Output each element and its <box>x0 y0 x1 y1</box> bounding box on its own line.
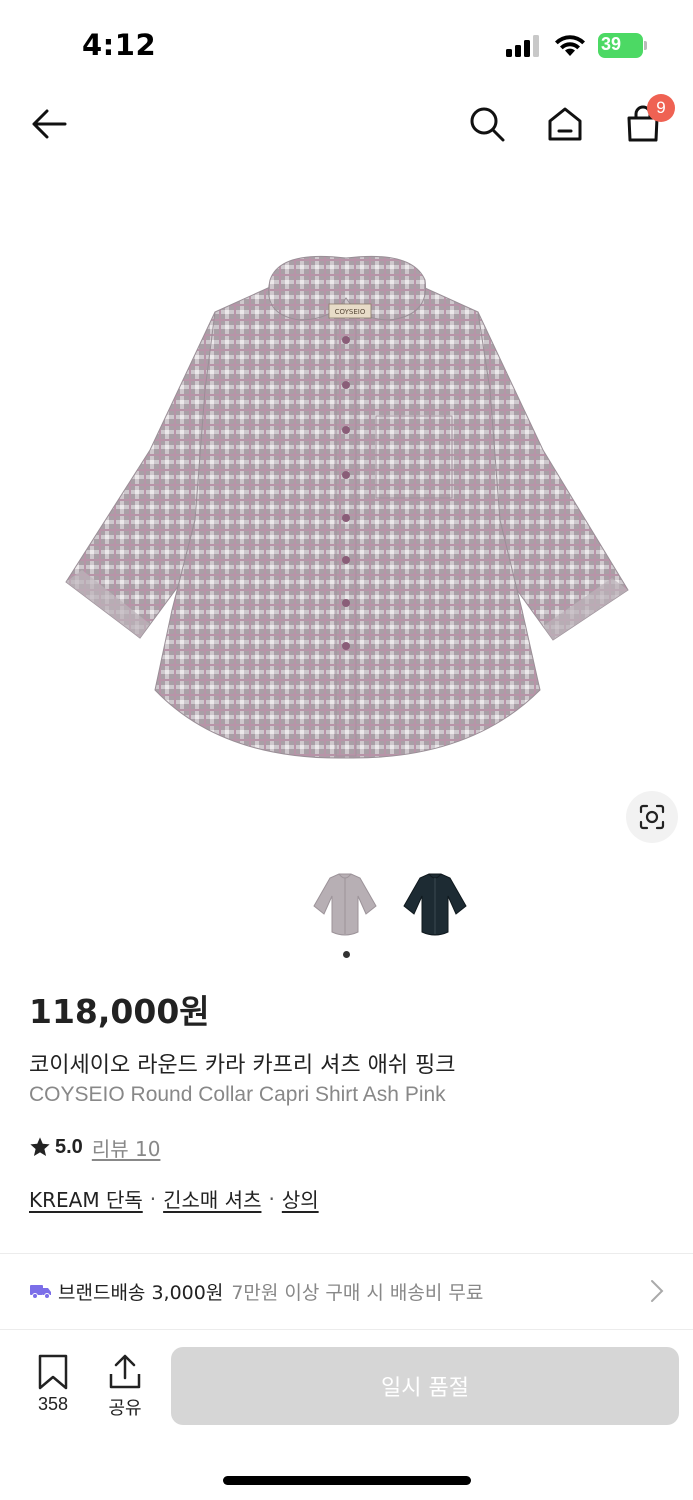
truck-icon <box>30 1285 51 1299</box>
cart-button[interactable]: 9 <box>619 94 675 148</box>
product-price: 118,000원 <box>29 992 210 1031</box>
product-title-en: COYSEIO Round Collar Capri Shirt Ash Pin… <box>29 1083 446 1106</box>
thumbnail-strip <box>0 862 693 948</box>
tag-separator: · <box>149 1186 157 1211</box>
tag-kream-exclusive[interactable]: KREAM 단독 <box>29 1184 143 1213</box>
lens-scan-icon <box>639 804 665 830</box>
tag-separator: · <box>268 1186 275 1211</box>
tag-tops[interactable]: 상의 <box>282 1184 319 1213</box>
shipping-info-row[interactable]: 브랜드배송 3,000원 7만원 이상 구매 시 배송비 무료 <box>0 1254 693 1328</box>
home-indicator[interactable] <box>223 1476 471 1485</box>
share-label: 공유 <box>108 1398 142 1419</box>
shipping-free-note: 7만원 이상 구매 시 배송비 무료 <box>231 1281 484 1304</box>
share-button[interactable]: 공유 <box>98 1354 152 1424</box>
cart-count-badge: 9 <box>647 94 675 122</box>
chevron-right-icon <box>651 1280 664 1302</box>
battery-body: 39 <box>598 33 643 58</box>
arrow-left-icon <box>32 109 67 139</box>
thumbnail-navy[interactable] <box>396 862 474 946</box>
cellular-signal-icon <box>506 35 539 57</box>
back-button[interactable] <box>25 100 73 148</box>
battery-cap <box>644 41 647 50</box>
status-bar: 4:12 39 <box>0 0 693 90</box>
search-icon <box>470 107 505 142</box>
battery-level: 39 <box>601 34 622 54</box>
product-image[interactable]: COYSEIO <box>0 190 693 810</box>
battery-icon: 39 <box>598 33 648 58</box>
status-time: 4:12 <box>82 28 157 62</box>
rating-row: 5.0 리뷰 10 <box>29 1133 160 1161</box>
sold-out-button[interactable]: 일시 품절 <box>171 1347 679 1425</box>
image-search-button[interactable] <box>626 791 678 843</box>
home-button[interactable] <box>541 100 589 148</box>
thumbnail-ash-pink[interactable] <box>306 862 384 946</box>
search-button[interactable] <box>463 100 511 148</box>
home-icon <box>548 107 582 141</box>
product-title-ko: 코이세이오 라운드 카라 카프리 셔츠 애쉬 핑크 <box>29 1053 456 1078</box>
bookmark-button[interactable]: 358 <box>26 1354 80 1424</box>
review-link[interactable]: 리뷰 10 <box>92 1133 161 1162</box>
rating-value: 5.0 <box>55 1135 83 1158</box>
star-icon <box>30 1137 50 1156</box>
pagination-dot-active <box>343 951 350 958</box>
top-nav-bar: 9 <box>0 90 693 158</box>
brand-label-text: COYSEIO <box>335 308 366 316</box>
share-icon <box>109 1354 141 1389</box>
bookmark-count: 358 <box>37 1394 69 1414</box>
bookmark-icon <box>38 1354 68 1390</box>
shipping-label: 브랜드배송 3,000원 <box>58 1281 224 1304</box>
wifi-icon <box>555 35 585 56</box>
category-tags: KREAM 단독 · 긴소매 셔츠 · 상의 <box>29 1184 319 1213</box>
tag-long-sleeve-shirt[interactable]: 긴소매 셔츠 <box>163 1184 261 1213</box>
bottom-action-bar: 358 공유 일시 품절 <box>0 1330 693 1440</box>
